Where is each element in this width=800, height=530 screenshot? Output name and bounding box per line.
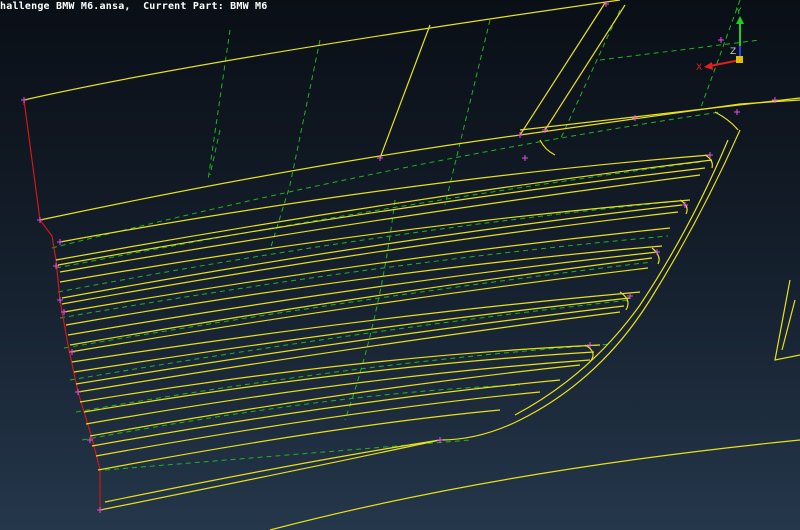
axis-z-label: Z — [730, 47, 736, 57]
window-title: hallenge BMW M6.ansa, Current Part: BMW … — [0, 1, 268, 12]
axis-x-label: X — [696, 63, 702, 73]
axis-y-label: Y — [735, 7, 742, 17]
axis-x-icon: X — [696, 59, 741, 73]
3d-model-viewport[interactable] — [0, 0, 800, 530]
free-edges — [23, 99, 101, 512]
geometry-edges — [23, 0, 800, 530]
axis-triad[interactable]: Y X Z — [694, 2, 760, 74]
triad-origin-icon — [736, 56, 743, 63]
